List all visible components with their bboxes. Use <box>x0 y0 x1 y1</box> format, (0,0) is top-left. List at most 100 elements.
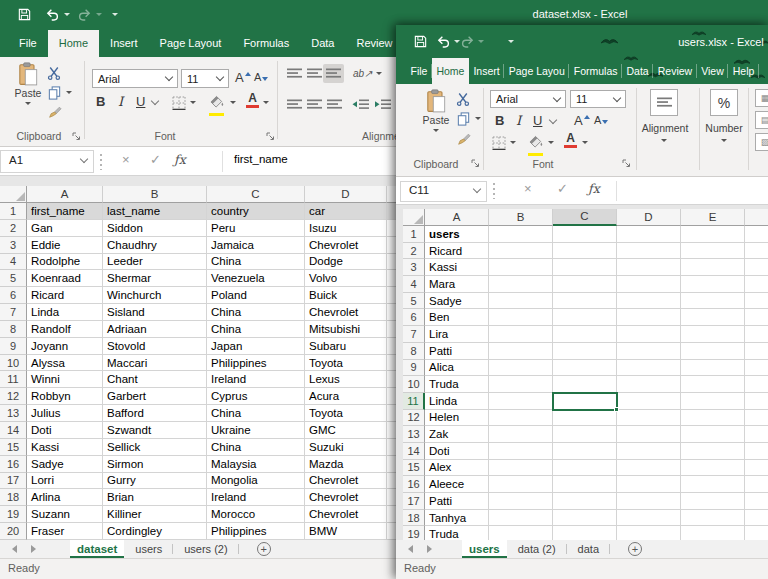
cell-D1[interactable]: car <box>305 203 387 220</box>
cell-B6[interactable] <box>489 309 553 326</box>
qat-customize-icon[interactable] <box>508 40 514 43</box>
cell-C2[interactable] <box>553 243 617 260</box>
cell-C10[interactable]: Philippines <box>207 355 305 372</box>
row-header-2[interactable]: 2 <box>0 220 27 237</box>
row-header-10[interactable]: 10 <box>0 355 27 372</box>
cell-A18[interactable]: Tanhya <box>425 510 489 527</box>
paste-button[interactable]: Paste <box>10 62 46 124</box>
fill-handle[interactable] <box>614 407 619 412</box>
shrink-font-button[interactable]: A <box>254 71 268 83</box>
cell-C3[interactable]: Jamaica <box>207 237 305 254</box>
ribbon-tab-home[interactable]: Home <box>48 30 99 57</box>
cell-partial-3[interactable] <box>745 259 768 276</box>
row-header-13[interactable]: 13 <box>403 426 425 443</box>
cell-C17[interactable]: Mongolia <box>207 473 305 490</box>
cell-B16[interactable] <box>489 476 553 493</box>
cell-A18[interactable]: Arlina <box>27 489 103 506</box>
cell-A13[interactable]: Zak <box>425 426 489 443</box>
ribbon-tab-review[interactable]: Review <box>345 30 403 57</box>
cell-D13[interactable] <box>617 426 681 443</box>
column-header-B[interactable]: B <box>489 209 553 226</box>
cell-D11[interactable]: Lexus <box>305 371 387 388</box>
undo-dropdown-icon[interactable] <box>64 13 70 16</box>
undo-icon[interactable] <box>45 7 60 22</box>
font-size-select[interactable]: 11 <box>181 69 229 88</box>
cell-partial-13[interactable] <box>745 426 768 443</box>
column-header-C[interactable]: C <box>207 186 305 203</box>
cell-C5[interactable]: Venezuela <box>207 270 305 287</box>
align-top-icon[interactable] <box>287 68 302 79</box>
orientation-dropdown-icon[interactable] <box>376 72 382 75</box>
fill-color-dropdown-icon[interactable] <box>548 141 554 144</box>
cell-partial-7[interactable] <box>745 326 768 343</box>
cell-C1[interactable] <box>553 226 617 243</box>
cell-C7[interactable]: China <box>207 304 305 321</box>
name-box[interactable]: A1 <box>0 150 94 173</box>
fill-color-button[interactable] <box>209 94 225 116</box>
align-bottom-icon[interactable] <box>326 68 341 79</box>
row-header-12[interactable]: 12 <box>403 410 425 427</box>
cell-partial-19[interactable] <box>745 526 768 540</box>
cell-D11[interactable] <box>617 393 681 410</box>
font-name-select[interactable]: Arial <box>92 69 178 88</box>
cell-D7[interactable] <box>617 326 681 343</box>
font-color-button[interactable]: A <box>246 93 259 108</box>
row-header-9[interactable]: 9 <box>403 360 425 377</box>
ribbon-tab-formulas[interactable]: Formulas <box>232 30 300 57</box>
row-header-11[interactable]: 11 <box>403 393 425 410</box>
decrease-indent-icon[interactable] <box>352 99 369 111</box>
font-color-button[interactable]: A <box>564 133 577 148</box>
cell-D16[interactable]: Mazda <box>305 456 387 473</box>
cell-D15[interactable] <box>617 460 681 477</box>
cell-C5[interactable] <box>553 293 617 310</box>
row-header-5[interactable]: 5 <box>403 293 425 310</box>
increase-indent-icon[interactable] <box>374 99 391 111</box>
undo-icon[interactable] <box>436 34 451 49</box>
sheet-nav-right-icon[interactable] <box>31 545 36 553</box>
cell-partial-9[interactable] <box>745 360 768 377</box>
insert-function-icon[interactable]: ƒx <box>588 181 600 196</box>
cell-D18[interactable] <box>617 510 681 527</box>
row-header-8[interactable]: 8 <box>403 343 425 360</box>
cell-A1[interactable]: first_name <box>27 203 103 220</box>
cell-C18[interactable] <box>553 510 617 527</box>
cell-partial-18[interactable] <box>745 510 768 527</box>
cell-C1[interactable]: country <box>207 203 305 220</box>
cell-B20[interactable]: Cordingley <box>103 523 207 540</box>
cell-C19[interactable]: Morocco <box>207 506 305 523</box>
cut-icon[interactable] <box>47 66 61 80</box>
cell-A7[interactable]: Lira <box>425 326 489 343</box>
column-header-E[interactable]: E <box>681 209 745 226</box>
cell-A2[interactable]: Gan <box>27 220 103 237</box>
cell-E7[interactable] <box>681 326 745 343</box>
cell-C16[interactable] <box>553 476 617 493</box>
row-header-15[interactable]: 15 <box>0 439 27 456</box>
sheet-tab-dataset[interactable]: dataset <box>70 540 124 558</box>
borders-icon[interactable] <box>172 96 186 110</box>
cell-B19[interactable]: Killiner <box>103 506 207 523</box>
enter-icon[interactable]: ✓ <box>557 181 568 196</box>
bold-button[interactable]: B <box>96 94 105 109</box>
cell-A14[interactable]: Doti <box>425 443 489 460</box>
column-header-A[interactable]: A <box>27 186 103 203</box>
row-header-12[interactable]: 12 <box>0 388 27 405</box>
row-header-4[interactable]: 4 <box>0 254 27 271</box>
alignment-group-button[interactable] <box>650 89 678 116</box>
cell-D4[interactable] <box>617 276 681 293</box>
cell-D9[interactable] <box>617 360 681 377</box>
column-header-B[interactable]: B <box>103 186 207 203</box>
shrink-font-button[interactable]: A <box>594 114 608 126</box>
cell-B1[interactable]: last_name <box>103 203 207 220</box>
cell-C3[interactable] <box>553 259 617 276</box>
cell-B12[interactable]: Garbert <box>103 388 207 405</box>
ribbon-tab-file[interactable]: File <box>406 58 432 84</box>
row-header-4[interactable]: 4 <box>403 276 425 293</box>
italic-button[interactable]: I <box>516 113 521 128</box>
cell-E2[interactable] <box>681 243 745 260</box>
cell-E18[interactable] <box>681 510 745 527</box>
cell-B8[interactable] <box>489 343 553 360</box>
ribbon-tab-home[interactable]: Home <box>432 58 469 84</box>
sheet-nav-left-icon[interactable] <box>12 545 17 553</box>
cell-C9[interactable] <box>553 360 617 377</box>
cell-E15[interactable] <box>681 460 745 477</box>
